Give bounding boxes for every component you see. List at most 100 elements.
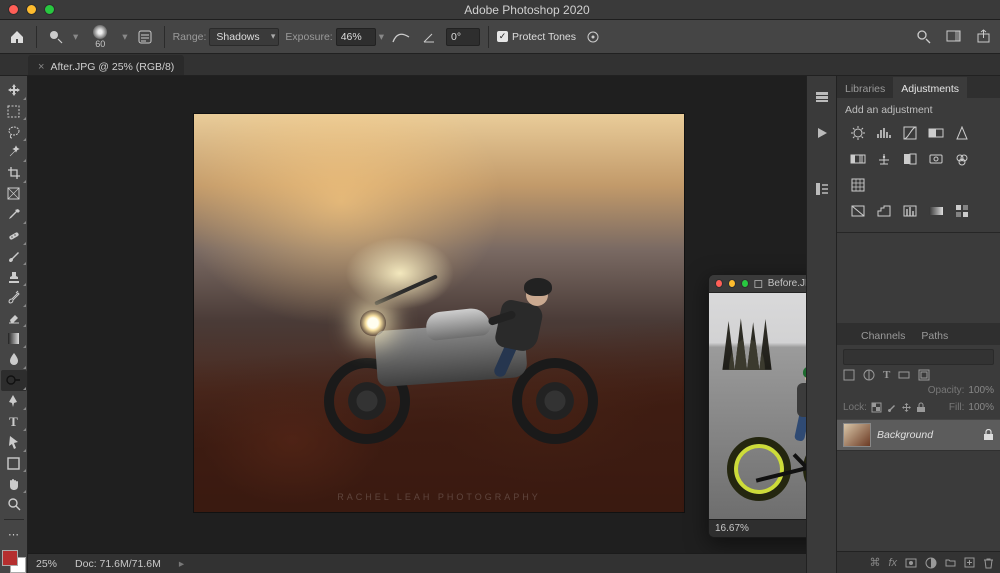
trash-icon[interactable] xyxy=(983,557,994,569)
blur-tool[interactable] xyxy=(1,349,27,370)
filter-adj-icon[interactable] xyxy=(863,369,875,381)
brush-panel-icon[interactable] xyxy=(134,26,156,48)
hue-sat-icon[interactable] xyxy=(849,150,867,168)
blend-mode-dropdown[interactable] xyxy=(843,349,994,365)
app-title: Adobe Photoshop 2020 xyxy=(62,3,992,17)
frame-tool[interactable] xyxy=(1,184,27,205)
lock-position-icon[interactable] xyxy=(901,402,912,413)
floating-document-window[interactable]: Before.JPG @ 16.7% (RGB/... xyxy=(708,274,806,538)
move-tool[interactable] xyxy=(1,80,27,101)
wand-tool[interactable] xyxy=(1,142,27,163)
posterize-icon[interactable] xyxy=(875,202,893,220)
tab-paths[interactable]: Paths xyxy=(913,324,956,345)
adj-layer-icon[interactable] xyxy=(925,557,937,569)
layer-row-background[interactable]: Background xyxy=(837,419,1000,451)
layer-thumbnail[interactable] xyxy=(843,423,871,447)
stamp-tool[interactable] xyxy=(1,266,27,287)
channel-mixer-icon[interactable] xyxy=(953,150,971,168)
color-lookup-icon[interactable] xyxy=(849,176,867,194)
tool-preset-picker[interactable] xyxy=(45,26,67,48)
bw-icon[interactable] xyxy=(901,150,919,168)
group-icon[interactable] xyxy=(945,557,956,568)
share-icon[interactable] xyxy=(972,26,994,48)
lock-icon[interactable] xyxy=(983,429,994,441)
range-dropdown[interactable]: Shadows xyxy=(209,28,279,46)
window-minimize-button[interactable] xyxy=(26,4,37,15)
tab-adjustments[interactable]: Adjustments xyxy=(893,77,967,98)
dodge-tool[interactable] xyxy=(1,370,27,391)
exposure-field[interactable]: 46% xyxy=(336,28,376,46)
tab-channels[interactable]: Channels xyxy=(853,324,913,345)
tab-libraries[interactable]: Libraries xyxy=(837,77,893,98)
color-balance-icon[interactable] xyxy=(875,150,893,168)
canvas-area[interactable]: RACHEL LEAH PHOTOGRAPHY Before.JPG @ 16.… xyxy=(28,76,806,573)
edit-toolbar-icon[interactable]: ⋯ xyxy=(1,524,27,545)
heal-tool[interactable] xyxy=(1,225,27,246)
lasso-tool[interactable] xyxy=(1,121,27,142)
eyedropper-tool[interactable] xyxy=(1,204,27,225)
gradient-map-icon[interactable] xyxy=(927,202,945,220)
protect-tones-checkbox[interactable]: ✓ Protect Tones xyxy=(497,31,576,43)
shape-tool[interactable] xyxy=(1,453,27,474)
close-tab-icon[interactable]: × xyxy=(38,61,44,73)
watermark-text: RACHEL LEAH PHOTOGRAPHY xyxy=(194,492,684,502)
path-select-tool[interactable] xyxy=(1,432,27,453)
home-button[interactable] xyxy=(6,26,28,48)
actions-panel-icon[interactable] xyxy=(809,120,835,146)
floating-window-titlebar[interactable]: Before.JPG @ 16.7% (RGB/... xyxy=(709,275,806,293)
document-tab[interactable]: × After.JPG @ 25% (RGB/8) xyxy=(28,55,184,75)
photo-filter-icon[interactable] xyxy=(927,150,945,168)
crop-tool[interactable] xyxy=(1,163,27,184)
gradient-tool[interactable] xyxy=(1,328,27,349)
invert-icon[interactable] xyxy=(849,202,867,220)
tab-layers-hidden[interactable] xyxy=(837,336,853,345)
workspace-icon[interactable] xyxy=(942,26,964,48)
fx-icon[interactable]: fx xyxy=(888,557,897,569)
brush-tool[interactable] xyxy=(1,246,27,267)
lock-transparent-icon[interactable] xyxy=(871,402,882,413)
document-image: RACHEL LEAH PHOTOGRAPHY xyxy=(194,114,684,512)
history-panel-icon[interactable] xyxy=(809,84,835,110)
filter-pixel-icon[interactable] xyxy=(843,369,855,381)
brush-preview[interactable]: 60 xyxy=(84,23,116,51)
filter-shape-icon[interactable] xyxy=(898,369,910,381)
filter-smart-icon[interactable] xyxy=(918,369,930,381)
link-layers-icon[interactable]: ⌘ xyxy=(869,556,880,569)
float-close-button[interactable] xyxy=(715,279,723,288)
exposure-adj-icon[interactable] xyxy=(927,124,945,142)
lock-all-icon[interactable] xyxy=(916,402,926,413)
options-bar: ▾ 60 ▾ Range: Shadows Exposure: 46% ▾ 0°… xyxy=(0,20,1000,54)
mask-icon[interactable] xyxy=(905,557,917,569)
curves-icon[interactable] xyxy=(901,124,919,142)
hand-tool[interactable] xyxy=(1,473,27,494)
pressure-icon[interactable] xyxy=(582,26,604,48)
document-icon xyxy=(754,279,763,289)
layers-panel-tabs: Channels Paths xyxy=(837,323,1000,345)
exposure-label: Exposure: xyxy=(285,31,332,43)
zoom-level[interactable]: 25% xyxy=(36,558,57,570)
floating-document-image xyxy=(709,293,806,519)
angle-field[interactable]: 0° xyxy=(446,28,480,46)
airbrush-icon[interactable] xyxy=(390,26,412,48)
eraser-tool[interactable] xyxy=(1,308,27,329)
float-zoom-button[interactable] xyxy=(741,279,749,288)
search-icon[interactable] xyxy=(912,26,934,48)
lock-paint-icon[interactable] xyxy=(886,402,897,413)
new-layer-icon[interactable] xyxy=(964,557,975,568)
color-swatch[interactable] xyxy=(2,550,26,573)
zoom-tool[interactable] xyxy=(1,494,27,515)
type-tool[interactable]: T xyxy=(1,411,27,432)
history-brush-tool[interactable] xyxy=(1,287,27,308)
marquee-tool[interactable] xyxy=(1,101,27,122)
vibrance-icon[interactable] xyxy=(953,124,971,142)
selective-color-icon[interactable] xyxy=(953,202,971,220)
levels-icon[interactable] xyxy=(875,124,893,142)
window-zoom-button[interactable] xyxy=(44,4,55,15)
threshold-icon[interactable] xyxy=(901,202,919,220)
filter-type-icon[interactable]: T xyxy=(883,369,890,381)
pen-tool[interactable] xyxy=(1,391,27,412)
window-close-button[interactable] xyxy=(8,4,19,15)
brightness-contrast-icon[interactable] xyxy=(849,124,867,142)
float-minimize-button[interactable] xyxy=(728,279,736,288)
properties-panel-icon[interactable] xyxy=(809,176,835,202)
